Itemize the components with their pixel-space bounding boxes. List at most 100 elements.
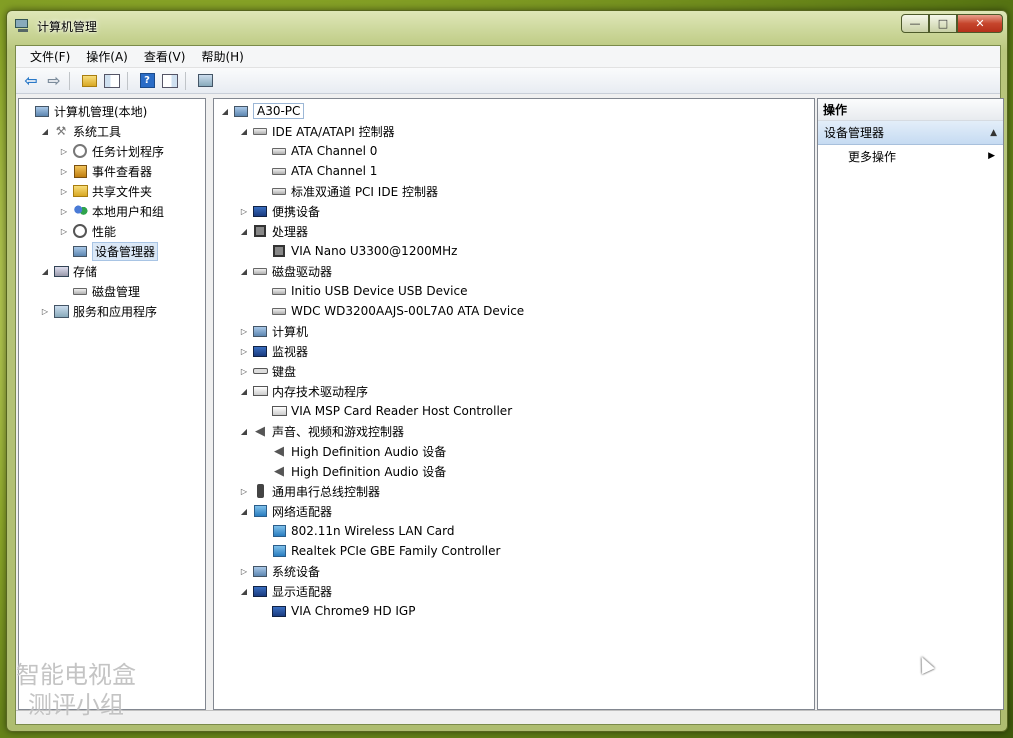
device-tree-item[interactable]: 标准双通道 PCI IDE 控制器 bbox=[258, 181, 438, 201]
collapse-toggle-icon[interactable]: ◢ bbox=[40, 126, 50, 136]
expand-toggle-icon[interactable]: ▷ bbox=[239, 366, 249, 376]
device-tree-label: Initio USB Device USB Device bbox=[291, 284, 468, 298]
expand-toggle-icon[interactable]: ▷ bbox=[239, 566, 249, 576]
console-tree-item[interactable]: 设备管理器 bbox=[59, 241, 159, 261]
device-manager-icon bbox=[72, 243, 88, 259]
maximize-button[interactable]: □ bbox=[929, 14, 957, 33]
device-tree-item[interactable]: Realtek PCIe GBE Family Controller bbox=[258, 541, 500, 561]
device-tree-item[interactable]: ◢ ◀ 声音、视频和游戏控制器 bbox=[239, 421, 404, 441]
device-tree-item[interactable]: ▷ 便携设备 bbox=[239, 201, 320, 221]
back-arrow-icon[interactable]: ⇦ bbox=[20, 70, 42, 92]
device-tree-label: 网络适配器 bbox=[272, 504, 333, 519]
window-title: 计算机管理 bbox=[37, 19, 98, 34]
expand-toggle-icon[interactable]: ▷ bbox=[59, 186, 69, 196]
expand-toggle-icon[interactable]: ▷ bbox=[40, 306, 50, 316]
collapse-arrow-icon[interactable]: ▲ bbox=[990, 128, 997, 138]
title-bar[interactable]: 计算机管理 — □ ✕ bbox=[7, 11, 1007, 41]
console-tree-item[interactable]: 磁盘管理 bbox=[59, 281, 140, 301]
more-actions-item[interactable]: 更多操作 ▶ bbox=[818, 145, 1003, 167]
collapse-toggle-icon[interactable]: ◢ bbox=[239, 126, 249, 136]
up-folder-icon[interactable] bbox=[78, 70, 100, 92]
console-tree-item[interactable]: ▷ 性能 bbox=[59, 221, 116, 241]
console-tree-item[interactable]: ▷ 事件查看器 bbox=[59, 161, 152, 181]
device-tree-item[interactable]: ATA Channel 1 bbox=[258, 161, 377, 181]
device-tree-item[interactable]: ◢ 显示适配器 bbox=[239, 581, 332, 601]
collapse-toggle-icon[interactable]: ◢ bbox=[239, 386, 249, 396]
menu-view[interactable]: 查看(V) bbox=[136, 46, 194, 67]
device-tree-item[interactable]: ATA Channel 0 bbox=[258, 141, 377, 161]
collapse-toggle-icon[interactable]: ◢ bbox=[239, 266, 249, 276]
device-tree-item[interactable]: WDC WD3200AAJS-00L7A0 ATA Device bbox=[258, 301, 524, 321]
device-tree-item[interactable]: ▷ 通用串行总线控制器 bbox=[239, 481, 380, 501]
menu-file[interactable]: 文件(F) bbox=[22, 46, 78, 67]
console-tree-label: 共享文件夹 bbox=[92, 184, 153, 199]
console-tree-item[interactable]: ▷ 任务计划程序 bbox=[59, 141, 164, 161]
device-tree-item[interactable]: ◢ IDE ATA/ATAPI 控制器 bbox=[239, 121, 395, 141]
help-icon[interactable]: ? bbox=[136, 70, 158, 92]
console-tree-item[interactable]: ▷ 本地用户和组 bbox=[59, 201, 164, 221]
menu-action[interactable]: 操作(A) bbox=[78, 46, 136, 67]
collapse-toggle-icon[interactable]: ◢ bbox=[239, 226, 249, 236]
expand-toggle-icon[interactable]: ▷ bbox=[59, 146, 69, 156]
services-icon-glyph bbox=[53, 304, 69, 318]
expand-toggle-icon[interactable]: ▷ bbox=[59, 206, 69, 216]
console-tree[interactable]: 计算机管理(本地) ◢ ⚒ 系统工具 ▷ 任务计划程序 ▷ 事件查看器 ▷ 共享文件夹 ▷ 本地用户和… bbox=[18, 98, 206, 710]
close-button[interactable]: ✕ bbox=[957, 14, 1003, 33]
device-tree-item[interactable]: ◢ 网络适配器 bbox=[239, 501, 332, 521]
shared-folder-icon bbox=[72, 183, 88, 199]
computer-management-icon bbox=[15, 19, 31, 33]
network-adapter-icon bbox=[271, 523, 287, 539]
toolbar-separator bbox=[127, 71, 133, 90]
expand-toggle-icon[interactable]: ▷ bbox=[239, 486, 249, 496]
device-tree-item[interactable]: ◢ 内存技术驱动程序 bbox=[239, 381, 368, 401]
keyboard-icon-glyph bbox=[252, 368, 268, 374]
device-tree-item[interactable]: ◢ 处理器 bbox=[239, 221, 308, 241]
expand-toggle-icon[interactable]: ▷ bbox=[59, 226, 69, 236]
device-tree-item[interactable]: 802.11n Wireless LAN Card bbox=[258, 521, 454, 541]
expand-toggle-icon[interactable]: ▷ bbox=[59, 166, 69, 176]
collapse-toggle-icon[interactable]: ◢ bbox=[40, 266, 50, 276]
show-hide-console-tree-icon[interactable] bbox=[101, 70, 123, 92]
actions-section-device-manager[interactable]: 设备管理器 ▲ bbox=[818, 121, 1003, 145]
speaker-icon: ◀ bbox=[271, 463, 287, 479]
menu-help[interactable]: 帮助(H) bbox=[193, 46, 251, 67]
device-tree-item[interactable]: ▷ 系统设备 bbox=[239, 561, 320, 581]
portable-device-icon bbox=[252, 203, 268, 219]
network-adapter-icon-glyph bbox=[253, 505, 267, 517]
scan-hardware-icon[interactable] bbox=[194, 70, 216, 92]
collapse-toggle-icon[interactable]: ◢ bbox=[220, 106, 230, 116]
collapse-toggle-icon[interactable]: ◢ bbox=[239, 506, 249, 516]
device-tree-item[interactable]: ▷ 计算机 bbox=[239, 321, 308, 341]
console-tree-item[interactable]: 计算机管理(本地) bbox=[21, 101, 147, 121]
console-tree-item[interactable]: ▷ 服务和应用程序 bbox=[40, 301, 157, 321]
minimize-button[interactable]: — bbox=[901, 14, 929, 33]
device-tree-label: 监视器 bbox=[272, 344, 309, 359]
toolbar: ⇦ ⇨ ? bbox=[16, 68, 1000, 94]
expand-toggle-icon[interactable]: ▷ bbox=[239, 346, 249, 356]
device-tree-item[interactable]: ◀ High Definition Audio 设备 bbox=[258, 461, 446, 481]
device-tree-item[interactable]: VIA Chrome9 HD IGP bbox=[258, 601, 415, 621]
show-hide-action-pane-icon[interactable] bbox=[159, 70, 181, 92]
device-tree-item[interactable]: Initio USB Device USB Device bbox=[258, 281, 467, 301]
device-tree-item[interactable]: VIA MSP Card Reader Host Controller bbox=[258, 401, 512, 421]
device-tree-item[interactable]: VIA Nano U3300@1200MHz bbox=[258, 241, 457, 261]
device-tree[interactable]: ◢ A30-PC ◢ IDE ATA/ATAPI 控制器 ATA Channel 0 AT… bbox=[213, 98, 815, 710]
device-tree-item[interactable]: ◢ A30-PC bbox=[220, 101, 305, 121]
collapse-toggle-icon[interactable]: ◢ bbox=[239, 426, 249, 436]
console-tree-item[interactable]: ◢ ⚒ 系统工具 bbox=[40, 121, 121, 141]
expand-toggle-icon[interactable]: ▷ bbox=[239, 206, 249, 216]
console-tree-item[interactable]: ◢ 存储 bbox=[40, 261, 97, 281]
collapse-toggle-icon[interactable]: ◢ bbox=[239, 586, 249, 596]
console-tree-item[interactable]: ▷ 共享文件夹 bbox=[59, 181, 152, 201]
device-tree-item[interactable]: ◀ High Definition Audio 设备 bbox=[258, 441, 446, 461]
forward-arrow-icon[interactable]: ⇨ bbox=[43, 70, 65, 92]
expand-toggle-icon[interactable]: ▷ bbox=[239, 326, 249, 336]
device-tree-item[interactable]: ◢ 磁盘驱动器 bbox=[239, 261, 332, 281]
users-icon-glyph bbox=[72, 204, 88, 218]
console-tree-label: 计算机管理(本地) bbox=[54, 104, 148, 119]
device-manager-icon-glyph bbox=[73, 245, 87, 257]
device-tree-item[interactable]: ▷ 键盘 bbox=[239, 361, 296, 381]
device-tree-item[interactable]: ▷ 监视器 bbox=[239, 341, 308, 361]
